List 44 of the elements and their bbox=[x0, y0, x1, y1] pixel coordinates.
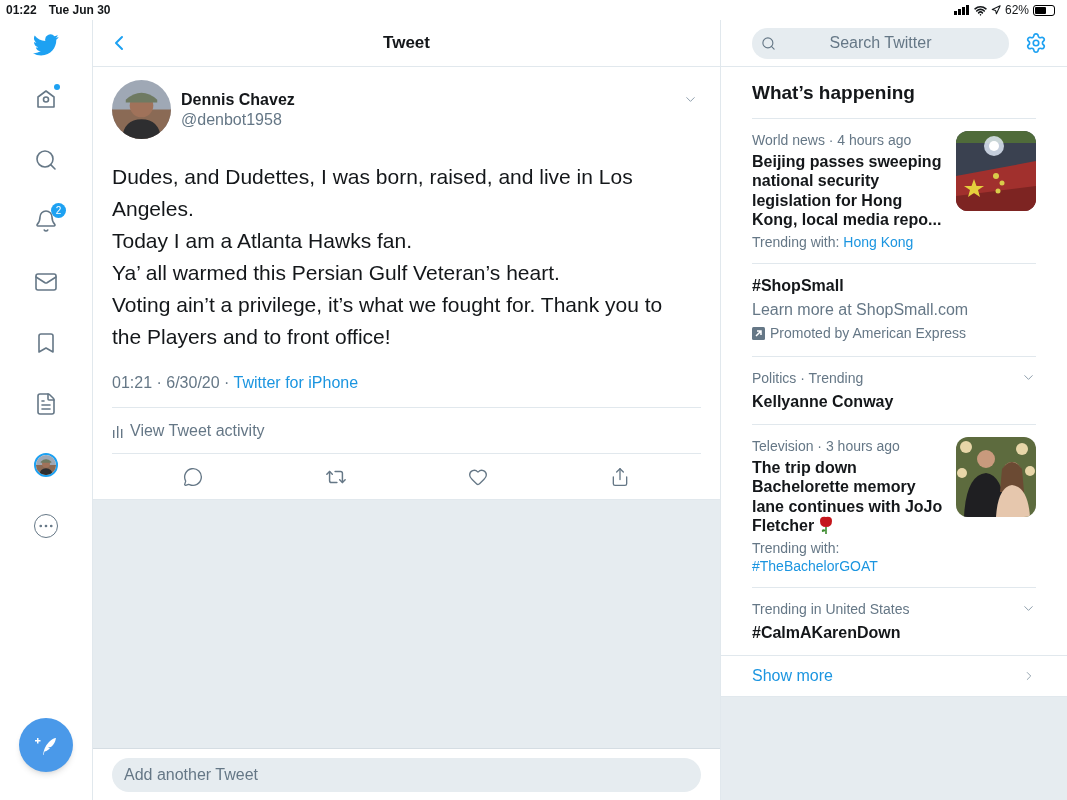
compose-button[interactable] bbox=[19, 718, 73, 772]
trend-title[interactable]: #CalmAKarenDown bbox=[752, 622, 1036, 643]
promoted-icon bbox=[752, 326, 765, 340]
section-title: What’s happening bbox=[752, 67, 1036, 119]
trending-with-text: Trending with: Hong Kong bbox=[752, 232, 915, 251]
tweet-timestamp: 01:21 · 6/30/20 · Twitter for iPhone bbox=[112, 373, 360, 393]
battery-icon bbox=[1033, 4, 1055, 16]
author-name[interactable]: Dennis Chavez bbox=[181, 90, 683, 110]
tweet-text: Voting ain’t a privilege, it’s what we fought for. Thank you to the Players and to front office! bbox=[112, 292, 664, 350]
page-title: Tweet bbox=[383, 32, 430, 55]
document-icon[interactable] bbox=[34, 391, 58, 416]
trend-meta: Trending in United States bbox=[752, 599, 910, 618]
trend-meta: World news · 4 hours ago bbox=[752, 130, 913, 149]
search-icon[interactable] bbox=[34, 147, 58, 172]
trend-headline[interactable]: The trip down Bachelorette memory lane continues with JoJo Fletcher bbox=[752, 457, 944, 536]
trend-headline[interactable]: Beijing passes sweeping national security legislation for Hong Kong, local media repo... bbox=[752, 151, 944, 230]
author-handle[interactable]: @denbot1958 bbox=[181, 110, 683, 130]
tweet-text: Dudes, and Dudettes, I was born, raised, and live in Los Angeles. bbox=[112, 164, 634, 222]
promoted-label: Promoted by American Express bbox=[770, 323, 967, 343]
bell-icon[interactable] bbox=[34, 208, 58, 233]
search-icon bbox=[761, 35, 776, 51]
trending-with-text: Trending with: #TheBachelorGOAT bbox=[752, 538, 879, 575]
trend-title[interactable]: #ShopSmall bbox=[752, 275, 1036, 296]
promo-description: Learn more at ShopSmall.com bbox=[752, 299, 970, 320]
search-field[interactable]: Search Twitter bbox=[752, 27, 1009, 59]
status-date: Tue Jun 30 bbox=[48, 2, 111, 19]
trend-meta: Television · 3 hours ago bbox=[752, 436, 901, 455]
profile-avatar[interactable] bbox=[34, 452, 58, 477]
trend-title[interactable]: Kellyanne Conway bbox=[752, 391, 1036, 412]
settings-icon[interactable] bbox=[1025, 32, 1047, 54]
location-icon bbox=[990, 5, 1001, 15]
notification-count: 2 bbox=[51, 202, 66, 218]
reply-field[interactable]: Add another Tweet bbox=[112, 757, 701, 792]
tweet-activity-link[interactable]: View Tweet activity bbox=[130, 418, 265, 443]
status-time: 01:22 bbox=[6, 2, 37, 19]
battery-percent: 62% bbox=[1004, 2, 1029, 19]
wifi-icon bbox=[973, 3, 987, 17]
bird-logo-icon[interactable] bbox=[33, 32, 59, 58]
bar-chart-icon bbox=[112, 423, 124, 438]
tweet-text: Today I am a Atlanta Hawks fan. bbox=[112, 228, 413, 254]
trend-meta: Politics · Trending bbox=[752, 368, 864, 387]
reply-icon[interactable] bbox=[182, 466, 203, 487]
tweet-text: Ya’ all warmed this Persian Gulf Veteran’s heart. bbox=[112, 260, 561, 286]
signal-icon bbox=[953, 5, 970, 15]
